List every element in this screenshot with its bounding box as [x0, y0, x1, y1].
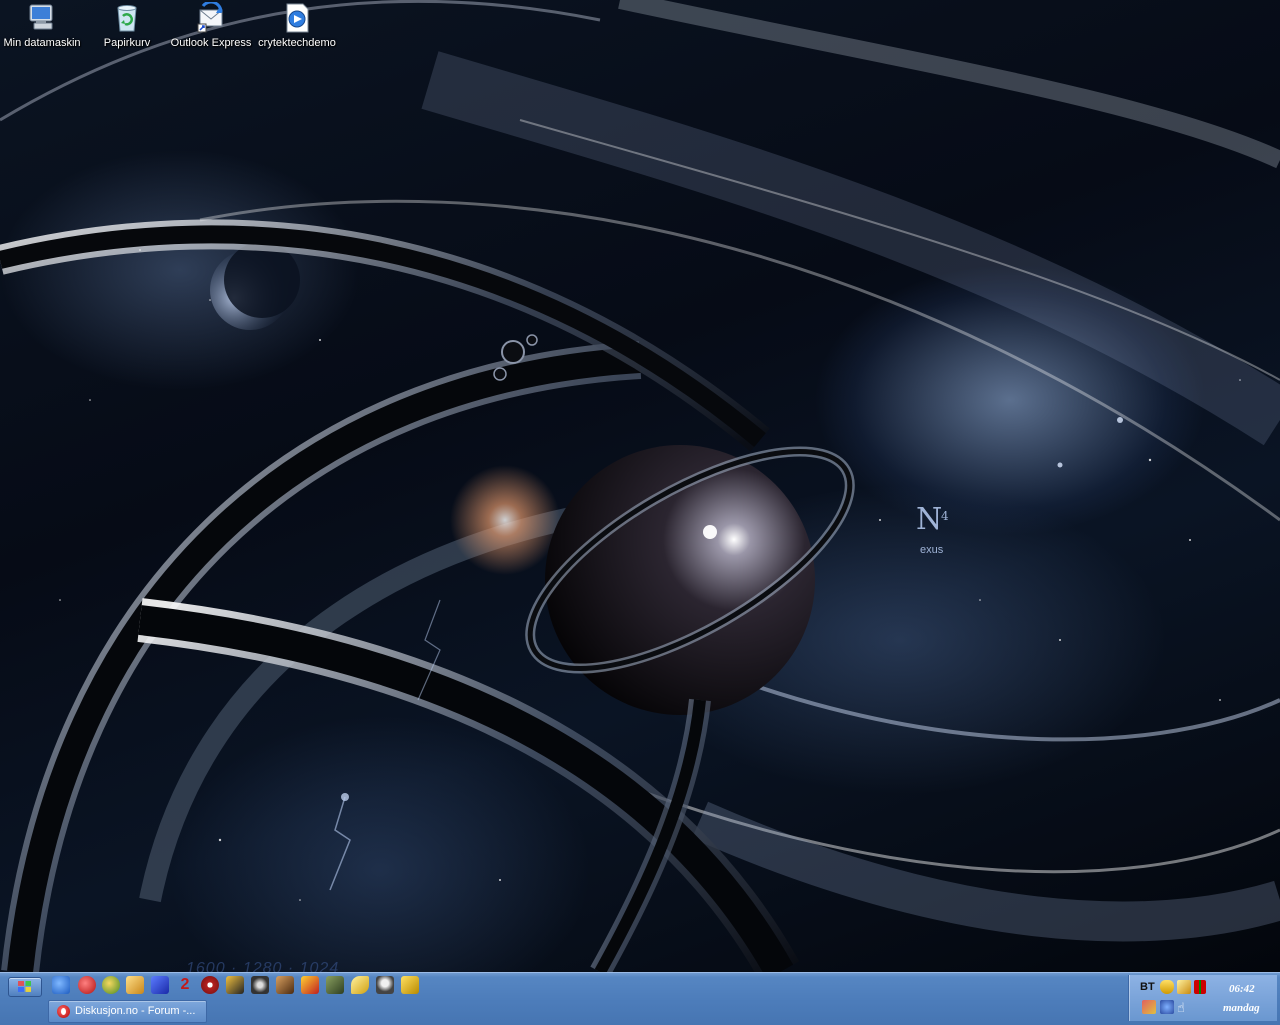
connection-tray-icon[interactable] [1160, 1000, 1174, 1014]
task-button-diskusjon[interactable]: Diskusjon.no - Forum -... [48, 1000, 207, 1023]
desktop-icon-crytektechdemo[interactable]: crytektechdemo [255, 2, 339, 49]
bolt-icon[interactable] [151, 976, 169, 994]
desktop-icon-recycle-bin[interactable]: Papirkurv [85, 2, 169, 49]
opera-icon[interactable] [78, 976, 96, 994]
desktop-icon-label: Min datamaskin [3, 37, 81, 49]
crest-game-icon[interactable] [301, 976, 319, 994]
desktop-icon-my-computer[interactable]: Min datamaskin [0, 2, 84, 49]
counter-strike-icon[interactable] [201, 976, 219, 994]
wallpaper-resolution-text: 1600 · 1280 · 1024 [186, 960, 340, 972]
pencil-icon[interactable] [126, 976, 144, 994]
computer-icon [26, 2, 58, 34]
outlook-express-icon [195, 0, 227, 34]
network-tray-icon[interactable] [1142, 1000, 1156, 1014]
clock-time[interactable]: 06:42 [1229, 983, 1255, 995]
recycle-bin-icon [111, 2, 143, 34]
skull-game-icon[interactable] [251, 976, 269, 994]
map-game-icon[interactable] [326, 976, 344, 994]
wallpaper-art [0, 0, 1280, 972]
bt-tray-label[interactable]: BT [1140, 981, 1155, 993]
internet-explorer-icon[interactable] [52, 976, 70, 994]
clock-day: mandag [1223, 1002, 1260, 1014]
folder-arrow-icon[interactable] [401, 976, 419, 994]
hand-cursor-icon[interactable]: ☝ [1177, 1001, 1189, 1015]
game-icon-1[interactable] [102, 976, 120, 994]
desktop-icon-label: Papirkurv [103, 37, 151, 49]
ghost-icon[interactable] [376, 976, 394, 994]
nexus-logo: N 4 exus [916, 502, 949, 557]
start-button[interactable] [8, 977, 42, 997]
media-file-icon [281, 2, 313, 34]
key-icon[interactable] [351, 976, 369, 994]
meter-icon[interactable] [1194, 980, 1206, 994]
taskbar: 2 Diskusjon.no - Forum -... BT ☝ 06:42 m… [0, 972, 1280, 1025]
star-game-icon[interactable] [226, 976, 244, 994]
warrior-game-icon[interactable] [276, 976, 294, 994]
desktop-wallpaper: N 4 exus 1600 · 1280 · 1024 [0, 0, 1280, 972]
shield-icon[interactable] [1160, 980, 1174, 994]
desktop-icon-label: crytektechdemo [258, 37, 336, 49]
desktop-icon-label: Outlook Express [170, 37, 252, 49]
task-button-label: Diskusjon.no - Forum -... [75, 1005, 196, 1017]
number-two-icon[interactable]: 2 [176, 976, 194, 994]
pencil-tray-icon[interactable] [1177, 980, 1191, 994]
opera-icon [57, 1005, 70, 1018]
desktop-icon-outlook-express[interactable]: Outlook Express [169, 0, 253, 49]
system-tray: BT ☝ 06:42 mandag [1128, 975, 1277, 1021]
